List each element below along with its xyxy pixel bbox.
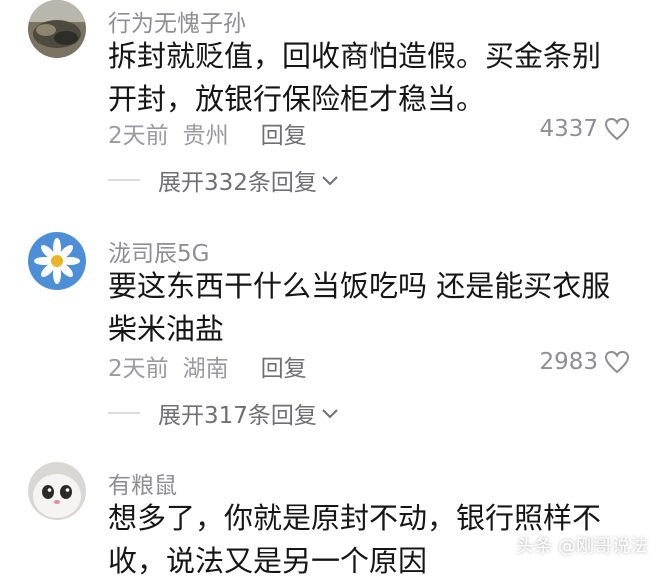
heart-icon [604, 350, 630, 374]
expand-replies-button[interactable]: 展开332条回复 [108, 163, 339, 197]
like-count: 4337 [539, 116, 598, 142]
like-button[interactable]: 4337 [539, 116, 630, 142]
comment-time: 2天前 [108, 123, 169, 149]
expand-replies-button[interactable]: 展开317条回复 [108, 396, 339, 430]
comment-item: 行为无愧子孙 拆封就贬值，回收商怕造假。买金条别开封，放银行保险柜才稳当。 2天… [0, 0, 660, 200]
comment-text: 拆封就贬值，回收商怕造假。买金条别开封，放银行保险柜才稳当。 [108, 39, 602, 116]
expand-label: 展开332条回复 [158, 170, 317, 196]
comment-item: 泷司辰5G 要这东西干什么当饭吃吗 还是能买衣服柴米油盐 2天前 湖南 回复 298… [0, 230, 660, 430]
user-avatar[interactable] [28, 0, 86, 58]
username[interactable]: 行为无愧子孙 [108, 4, 246, 38]
divider [108, 179, 140, 181]
comment-text: 要这东西干什么当饭吃吗 还是能买衣服柴米油盐 [108, 269, 611, 346]
like-button[interactable]: 2983 [539, 349, 630, 375]
username[interactable]: 有粮鼠 [108, 466, 177, 500]
divider [108, 412, 140, 414]
comment-meta: 2天前 湖南 回复 [108, 349, 321, 383]
username[interactable]: 泷司辰5G [108, 234, 209, 268]
watermark-text: 头条 @刚哥说法 [516, 536, 648, 557]
user-avatar[interactable] [28, 232, 86, 290]
reply-button[interactable]: 回复 [261, 123, 307, 149]
heart-icon [604, 117, 630, 141]
chevron-down-icon [322, 409, 338, 419]
like-count: 2983 [539, 349, 598, 375]
reply-button[interactable]: 回复 [261, 356, 307, 382]
watermark: 头条 @刚哥说法 [516, 532, 648, 558]
comment-location: 湖南 [182, 356, 229, 382]
expand-label: 展开317条回复 [158, 403, 317, 429]
user-avatar[interactable] [28, 462, 86, 520]
chevron-down-icon [322, 176, 338, 186]
comment-location: 贵州 [182, 123, 229, 149]
comment-meta: 2天前 贵州 回复 [108, 116, 321, 150]
comment-time: 2天前 [108, 356, 169, 382]
